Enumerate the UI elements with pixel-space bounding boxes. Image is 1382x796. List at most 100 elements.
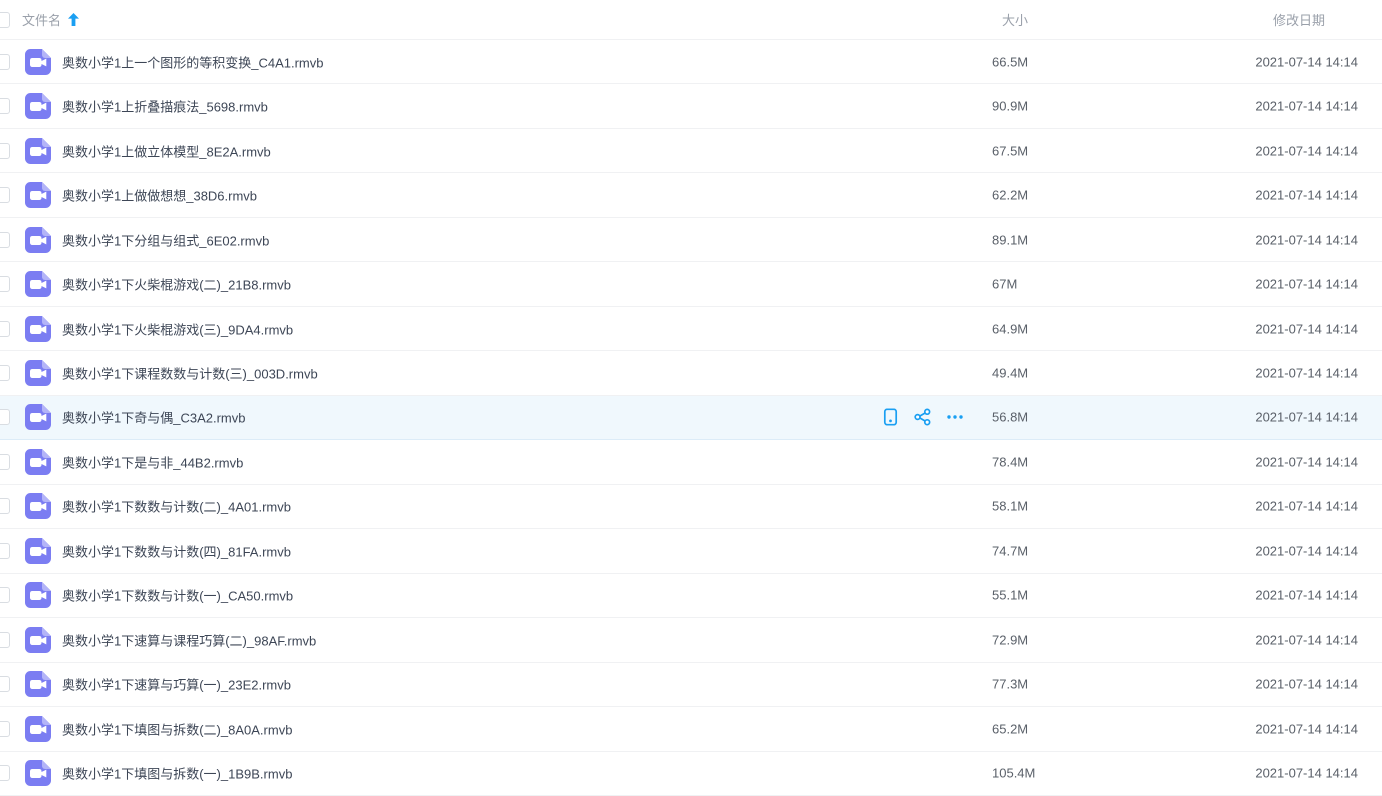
- file-row[interactable]: 奥数小学1下速算与课程巧算(二)_98AF.rmvb: [0, 618, 1382, 662]
- file-name-link[interactable]: 奥数小学1下是与非_44B2.rmvb: [62, 452, 243, 471]
- file-date: 2021-07-14 14:14: [1255, 588, 1358, 603]
- list-header: 文件名 大小 修改日期: [0, 0, 1382, 40]
- more-icon: [946, 409, 964, 426]
- file-date: 2021-07-14 14:14: [1255, 677, 1358, 692]
- more-actions-button[interactable]: [946, 409, 963, 426]
- send-to-device-icon: [883, 409, 898, 426]
- file-row[interactable]: 奥数小学1下数数与计数(二)_4A01.rmvb: [0, 485, 1382, 529]
- video-file-icon: [25, 716, 51, 742]
- file-date: 2021-07-14 14:14: [1255, 766, 1358, 781]
- video-file-icon: [25, 538, 51, 564]
- sort-ascending-icon[interactable]: [68, 13, 79, 26]
- file-size: 72.9M: [992, 632, 1028, 647]
- file-date: 2021-07-14 14:14: [1255, 321, 1358, 336]
- column-header-date[interactable]: 修改日期: [1273, 0, 1325, 39]
- row-checkbox[interactable]: [0, 498, 10, 514]
- file-date: 2021-07-14 14:14: [1255, 366, 1358, 381]
- file-name-link[interactable]: 奥数小学1下填图与拆数(二)_8A0A.rmvb: [62, 719, 292, 738]
- file-row[interactable]: 奥数小学1下填图与拆数(二)_8A0A.rmvb: [0, 707, 1382, 751]
- file-date: 2021-07-14 14:14: [1255, 543, 1358, 558]
- file-name-link[interactable]: 奥数小学1下数数与计数(四)_81FA.rmvb: [62, 541, 291, 560]
- video-file-icon: [25, 138, 51, 164]
- row-hover-actions: [882, 409, 963, 426]
- row-checkbox[interactable]: [0, 587, 10, 603]
- row-checkbox[interactable]: [0, 409, 10, 425]
- row-checkbox[interactable]: [0, 543, 10, 559]
- file-row[interactable]: 奥数小学1上一个图形的等积变换_C4A1.rmvb: [0, 40, 1382, 84]
- column-header-size[interactable]: 大小: [1002, 0, 1028, 39]
- video-file-icon: [25, 493, 51, 519]
- file-name-link[interactable]: 奥数小学1上一个图形的等积变换_C4A1.rmvb: [62, 52, 323, 71]
- file-date: 2021-07-14 14:14: [1255, 721, 1358, 736]
- file-name-link[interactable]: 奥数小学1下填图与拆数(一)_1B9B.rmvb: [62, 764, 292, 783]
- file-row[interactable]: 奥数小学1下数数与计数(一)_CA50.rmvb: [0, 574, 1382, 618]
- file-manager-list: 文件名 大小 修改日期 奥数小学1上一个图形的等积变换_C4A1.rmvb: [0, 0, 1382, 796]
- file-date: 2021-07-14 14:14: [1255, 410, 1358, 425]
- file-size: 67M: [992, 277, 1017, 292]
- file-date: 2021-07-14 14:14: [1255, 143, 1358, 158]
- file-size: 78.4M: [992, 454, 1028, 469]
- file-name-link[interactable]: 奥数小学1下速算与巧算(一)_23E2.rmvb: [62, 675, 291, 694]
- file-size: 105.4M: [992, 766, 1035, 781]
- video-file-icon: [25, 627, 51, 653]
- file-name-link[interactable]: 奥数小学1下速算与课程巧算(二)_98AF.rmvb: [62, 630, 316, 649]
- row-checkbox[interactable]: [0, 187, 10, 203]
- file-row[interactable]: 奥数小学1下填图与拆数(一)_1B9B.rmvb: [0, 752, 1382, 796]
- row-checkbox[interactable]: [0, 676, 10, 692]
- row-checkbox[interactable]: [0, 765, 10, 781]
- video-file-icon: [25, 671, 51, 697]
- file-rows: 奥数小学1上一个图形的等积变换_C4A1.rmvb: [0, 40, 1382, 796]
- file-row[interactable]: 奥数小学1上做做想想_38D6.rmvb: [0, 173, 1382, 217]
- file-row[interactable]: 奥数小学1上做立体模型_8E2A.rmvb: [0, 129, 1382, 173]
- file-size: 49.4M: [992, 366, 1028, 381]
- share-icon: [914, 409, 931, 426]
- row-checkbox[interactable]: [0, 232, 10, 248]
- file-size: 55.1M: [992, 588, 1028, 603]
- video-file-icon: [25, 93, 51, 119]
- video-file-icon: [25, 404, 51, 430]
- row-checkbox[interactable]: [0, 632, 10, 648]
- file-name-link[interactable]: 奥数小学1下分组与组式_6E02.rmvb: [62, 230, 269, 249]
- file-size: 64.9M: [992, 321, 1028, 336]
- select-all-checkbox[interactable]: [0, 12, 10, 28]
- file-row[interactable]: 奥数小学1下速算与巧算(一)_23E2.rmvb: [0, 663, 1382, 707]
- file-date: 2021-07-14 14:14: [1255, 54, 1358, 69]
- video-file-icon: [25, 182, 51, 208]
- file-size: 89.1M: [992, 232, 1028, 247]
- row-checkbox[interactable]: [0, 143, 10, 159]
- file-date: 2021-07-14 14:14: [1255, 188, 1358, 203]
- file-name-link[interactable]: 奥数小学1下课程数数与计数(三)_003D.rmvb: [62, 364, 318, 383]
- file-size: 77.3M: [992, 677, 1028, 692]
- send-to-device-button[interactable]: [882, 409, 899, 426]
- file-row[interactable]: 奥数小学1上折叠描痕法_5698.rmvb: [0, 84, 1382, 128]
- file-name-link[interactable]: 奥数小学1下数数与计数(一)_CA50.rmvb: [62, 586, 293, 605]
- file-name-link[interactable]: 奥数小学1下火柴棍游戏(二)_21B8.rmvb: [62, 275, 291, 294]
- row-checkbox[interactable]: [0, 321, 10, 337]
- row-checkbox[interactable]: [0, 365, 10, 381]
- file-name-link[interactable]: 奥数小学1上做立体模型_8E2A.rmvb: [62, 141, 271, 160]
- file-name-link[interactable]: 奥数小学1下数数与计数(二)_4A01.rmvb: [62, 497, 291, 516]
- column-header-filename[interactable]: 文件名: [22, 0, 79, 39]
- video-file-icon: [25, 582, 51, 608]
- file-row[interactable]: 奥数小学1下奇与偶_C3A2.rmvb: [0, 396, 1382, 440]
- row-checkbox[interactable]: [0, 98, 10, 114]
- row-checkbox[interactable]: [0, 454, 10, 470]
- file-row[interactable]: 奥数小学1下课程数数与计数(三)_003D.rmvb: [0, 351, 1382, 395]
- file-date: 2021-07-14 14:14: [1255, 632, 1358, 647]
- share-button[interactable]: [914, 409, 931, 426]
- file-row[interactable]: 奥数小学1下是与非_44B2.rmvb: [0, 440, 1382, 484]
- file-row[interactable]: 奥数小学1下火柴棍游戏(二)_21B8.rmvb: [0, 262, 1382, 306]
- file-name-link[interactable]: 奥数小学1下火柴棍游戏(三)_9DA4.rmvb: [62, 319, 293, 338]
- video-file-icon: [25, 271, 51, 297]
- file-row[interactable]: 奥数小学1下数数与计数(四)_81FA.rmvb: [0, 529, 1382, 573]
- file-name-link[interactable]: 奥数小学1上做做想想_38D6.rmvb: [62, 186, 257, 205]
- file-row[interactable]: 奥数小学1下火柴棍游戏(三)_9DA4.rmvb: [0, 307, 1382, 351]
- file-row[interactable]: 奥数小学1下分组与组式_6E02.rmvb: [0, 218, 1382, 262]
- file-name-link[interactable]: 奥数小学1上折叠描痕法_5698.rmvb: [62, 97, 268, 116]
- video-file-icon: [25, 449, 51, 475]
- row-checkbox[interactable]: [0, 721, 10, 737]
- file-date: 2021-07-14 14:14: [1255, 454, 1358, 469]
- row-checkbox[interactable]: [0, 54, 10, 70]
- row-checkbox[interactable]: [0, 276, 10, 292]
- file-name-link[interactable]: 奥数小学1下奇与偶_C3A2.rmvb: [62, 408, 245, 427]
